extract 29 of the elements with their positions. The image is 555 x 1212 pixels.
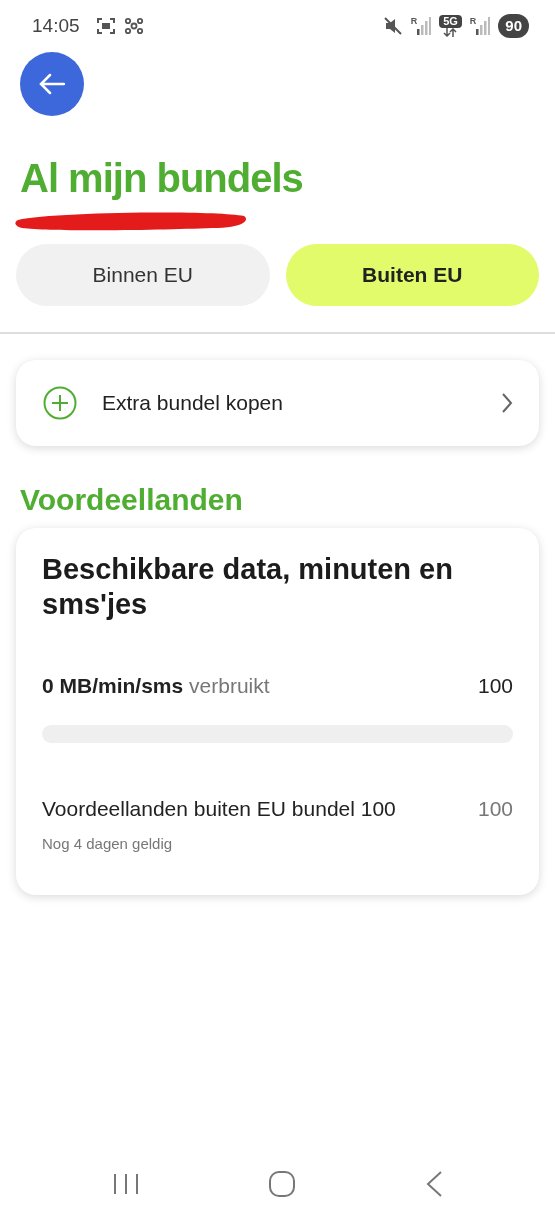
home-icon[interactable]: [268, 1170, 297, 1198]
mute-icon: [382, 16, 403, 36]
data-transfer-icon: [443, 27, 458, 37]
roaming-label: R: [469, 17, 477, 26]
card-title: Beschikbare data, minuten en sms'jes: [42, 552, 454, 622]
back-icon: [39, 73, 65, 95]
page-title: Al mijn bundels: [20, 155, 304, 202]
bundle-validity: Nog 4 dagen geldig: [42, 833, 174, 854]
tab[interactable]: Buiten EU: [285, 244, 539, 306]
recent-apps-icon[interactable]: [112, 1172, 141, 1196]
signal-icon: [417, 17, 432, 35]
roaming-label: R: [410, 17, 418, 26]
bundle-name: Voordeellanden buiten EU bundel 100: [42, 796, 396, 823]
chevron-right-icon: [501, 392, 513, 414]
usage-total: 100: [477, 672, 513, 699]
signal-icon: [476, 17, 491, 35]
buy-bundle-row[interactable]: Extra bundel kopen: [16, 360, 539, 446]
battery-level: 90: [498, 13, 529, 39]
plus-circle-icon: [42, 385, 78, 421]
back-nav-icon[interactable]: [424, 1170, 443, 1198]
bundle-amount: 100: [477, 796, 513, 823]
network-type-label: 5G: [439, 15, 462, 28]
tab[interactable]: Binnen EU: [16, 244, 270, 306]
screenshot-icon: [95, 17, 116, 35]
section-title: Voordeellanden: [20, 482, 244, 518]
buy-bundle-label: Extra bundel kopen: [102, 390, 283, 417]
usage-label: 0 MB/min/sms verbruikt: [42, 672, 270, 699]
network-icon: [123, 16, 144, 36]
status-time: 14:05: [32, 13, 80, 38]
